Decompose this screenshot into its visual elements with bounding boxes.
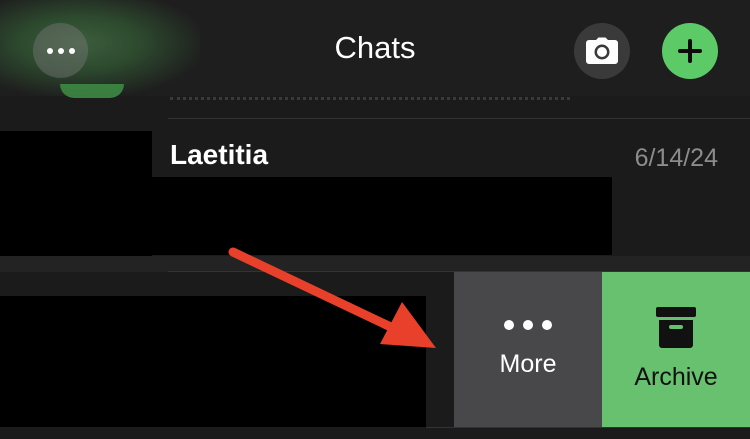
- message-preview-partial: [170, 96, 570, 100]
- camera-button[interactable]: [574, 23, 630, 79]
- redacted-chat-content: [0, 296, 426, 427]
- plus-icon: [678, 39, 702, 63]
- camera-icon: [586, 37, 618, 64]
- archive-box-icon: [656, 307, 696, 348]
- row-separator-band: [0, 256, 750, 272]
- swiped-chat-row[interactable]: More Archive: [0, 272, 750, 427]
- archive-action-label: Archive: [634, 363, 718, 391]
- page-title: Chats: [334, 30, 416, 65]
- chats-screen: Chats Laetitia 6/14/24 More Archive: [0, 0, 750, 439]
- more-action-label: More: [499, 350, 557, 378]
- more-action-button[interactable]: More: [454, 272, 602, 427]
- chat-date: 6/14/24: [634, 144, 718, 172]
- chat-row[interactable]: Laetitia 6/14/24: [0, 119, 750, 271]
- list-item[interactable]: [0, 96, 750, 118]
- more-dots-icon: [504, 320, 552, 330]
- row-divider: [426, 427, 750, 428]
- redacted-message-preview: [152, 177, 612, 255]
- chats-header: Chats: [0, 0, 750, 98]
- redacted-avatar: [0, 131, 152, 257]
- new-chat-button[interactable]: [662, 23, 718, 79]
- avatar: [60, 84, 124, 98]
- archive-action-button[interactable]: Archive: [602, 272, 750, 427]
- chat-name: Laetitia: [170, 139, 269, 170]
